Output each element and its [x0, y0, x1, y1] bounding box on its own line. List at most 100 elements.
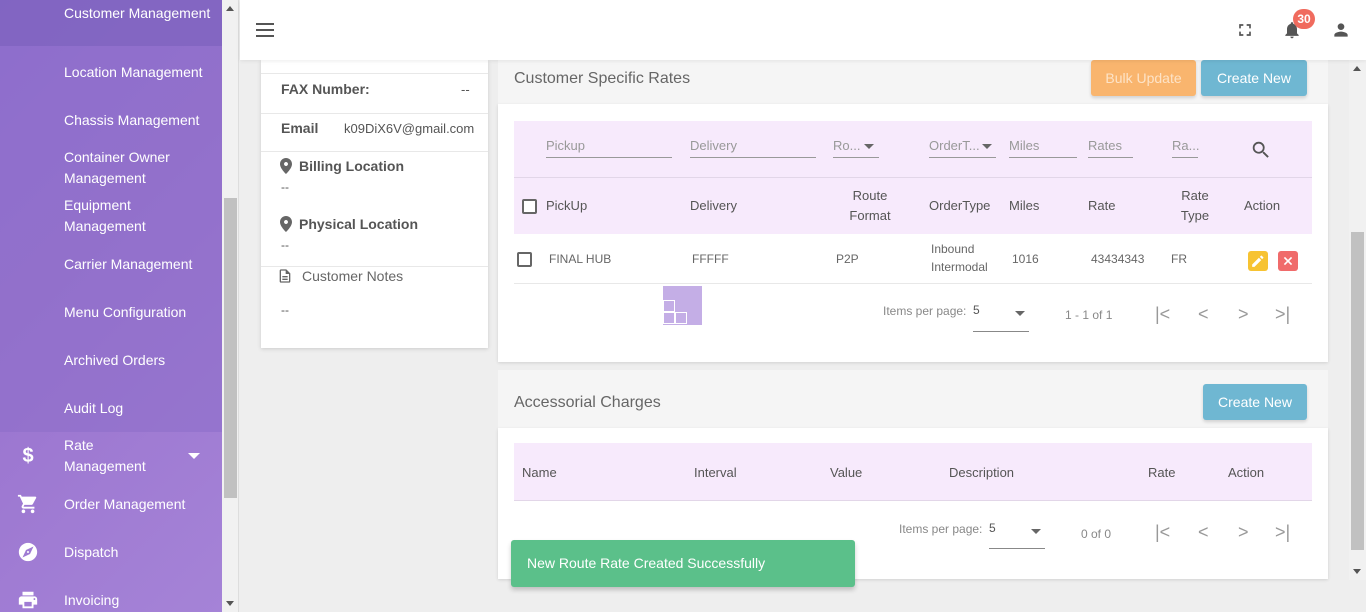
chevron-down-icon: [1015, 311, 1025, 316]
rate-type-filter-input[interactable]: Ra...: [1172, 138, 1199, 158]
items-per-page-select[interactable]: 5: [973, 303, 1029, 332]
scroll-up-arrow[interactable]: [226, 6, 234, 11]
next-page-icon[interactable]: >: [1238, 522, 1249, 543]
header-divider: [514, 177, 1312, 178]
sidebar-item-equipment-management[interactable]: Equipment Management: [0, 195, 222, 237]
chevron-down-icon: [1031, 529, 1041, 534]
email-row: Email k09DiX6V@gmail.com: [261, 114, 488, 152]
sidebar-item-chassis-management[interactable]: Chassis Management: [0, 110, 222, 131]
sidebar-item-container-owner-management[interactable]: Container Owner Management: [0, 147, 222, 189]
items-per-page-select[interactable]: 5: [989, 521, 1045, 549]
sidebar-item-label: Archived Orders: [64, 352, 166, 368]
cart-icon: [17, 493, 39, 515]
sidebar-item-label: Chassis Management: [64, 112, 200, 128]
row-checkbox[interactable]: [517, 252, 532, 267]
pencil-icon: [1252, 255, 1264, 267]
sidebar-item-label: Carrier Management: [64, 256, 193, 272]
column-header-order-type[interactable]: OrderType: [929, 196, 990, 216]
fax-label: FAX Number:: [281, 81, 370, 97]
menu-icon[interactable]: [256, 23, 274, 37]
first-page-icon[interactable]: |<: [1155, 522, 1170, 543]
previous-page-icon[interactable]: <: [1198, 304, 1209, 325]
fullscreen-icon[interactable]: [1235, 20, 1255, 40]
dollar-icon: $: [22, 445, 34, 467]
column-header-rate[interactable]: Rate: [1088, 196, 1115, 216]
scroll-up-arrow[interactable]: [1353, 66, 1361, 71]
edit-button[interactable]: [1248, 251, 1268, 271]
last-page-icon[interactable]: >|: [1275, 304, 1290, 325]
customer-rates-title: Customer Specific Rates: [514, 70, 691, 87]
chevron-down-icon: [864, 144, 874, 149]
compass-icon: [17, 541, 39, 563]
customer-notes-label: Customer Notes: [302, 268, 404, 284]
column-header-delivery[interactable]: Delivery: [690, 196, 737, 216]
account-icon[interactable]: [1331, 20, 1351, 40]
column-header-name[interactable]: Name: [522, 463, 557, 483]
customer-notes-value: --: [281, 303, 289, 317]
email-value: k09DiX6V@gmail.com: [344, 121, 475, 136]
column-header-miles[interactable]: Miles: [1009, 196, 1039, 216]
sidebar-item-label: Customer Management: [64, 5, 211, 21]
top-header: [240, 0, 1366, 60]
billing-location-label: Billing Location: [299, 158, 404, 174]
pickup-filter-input[interactable]: Pickup: [546, 138, 672, 158]
sidebar-item-audit-log[interactable]: Audit Log: [0, 398, 222, 419]
location-pin-icon: [280, 216, 292, 235]
sidebar-item-rate-management[interactable]: $ Rate Management: [0, 435, 222, 477]
column-header-route-format[interactable]: Route Format: [838, 186, 902, 226]
column-header-rate[interactable]: Rate: [1148, 463, 1175, 483]
cell-pickup: FINAL HUB: [549, 252, 612, 266]
sidebar-item-archived-orders[interactable]: Archived Orders: [0, 350, 222, 371]
items-per-page-value: 5: [989, 521, 996, 535]
sidebar-item-carrier-management[interactable]: Carrier Management: [0, 254, 222, 275]
previous-page-icon[interactable]: <: [1198, 522, 1209, 543]
delivery-filter-input[interactable]: Delivery: [690, 138, 816, 158]
customer-details-card: FAX Number: -- Email k09DiX6V@gmail.com …: [261, 60, 488, 348]
cell-rate: 43434343: [1091, 252, 1145, 266]
column-header-interval[interactable]: Interval: [694, 463, 737, 483]
cell-order-type: Inbound Intermodal: [931, 242, 988, 274]
notes-icon: [277, 267, 293, 288]
column-header-rate-type[interactable]: Rate Type: [1175, 186, 1215, 226]
select-all-checkbox[interactable]: [522, 199, 537, 214]
rates-filter-input[interactable]: Rates: [1088, 138, 1133, 158]
sidebar-scrollbar[interactable]: [222, 0, 239, 612]
sidebar-item-label: Container Owner Management: [64, 149, 170, 186]
column-header-action: Action: [1244, 198, 1281, 213]
sidebar-item-order-management[interactable]: Order Management: [0, 494, 222, 515]
last-page-icon[interactable]: >|: [1275, 522, 1290, 543]
next-page-icon[interactable]: >: [1238, 304, 1249, 325]
scroll-down-arrow[interactable]: [226, 601, 234, 606]
sidebar-item-invoicing[interactable]: Invoicing: [0, 590, 222, 611]
sidebar-item-customer-management[interactable]: Customer Management: [0, 3, 222, 45]
loading-spinner-icon: [663, 286, 702, 325]
card-row-divider: [261, 60, 488, 74]
create-new-rate-button[interactable]: Create New: [1201, 60, 1307, 96]
scroll-down-arrow[interactable]: [1353, 569, 1361, 574]
scroll-thumb[interactable]: [1351, 232, 1364, 550]
items-per-page-label: Items per page:: [899, 522, 983, 536]
cell-rate-type: FR: [1171, 252, 1187, 266]
delete-button[interactable]: [1278, 251, 1298, 271]
miles-filter-input[interactable]: Miles: [1009, 138, 1077, 158]
sidebar-item-dispatch[interactable]: Dispatch: [0, 542, 222, 563]
chevron-down-icon: [982, 144, 992, 149]
pagination-range: 1 - 1 of 1: [1065, 308, 1113, 322]
column-header-description[interactable]: Description: [949, 463, 1014, 483]
physical-location-value: --: [281, 238, 289, 252]
first-page-icon[interactable]: |<: [1155, 304, 1170, 325]
scroll-thumb[interactable]: [224, 198, 237, 498]
column-header-pickup[interactable]: PickUp: [546, 196, 587, 216]
sidebar-item-menu-configuration[interactable]: Menu Configuration: [0, 302, 222, 323]
chevron-down-icon: [188, 453, 200, 459]
sidebar-item-location-management[interactable]: Location Management: [0, 62, 222, 83]
sidebar-item-label: Menu Configuration: [64, 304, 187, 320]
main-scrollbar[interactable]: [1349, 60, 1366, 580]
table-row: [514, 235, 1312, 284]
create-new-accessorial-button[interactable]: Create New: [1203, 384, 1307, 420]
bulk-update-button[interactable]: Bulk Update: [1091, 60, 1196, 96]
column-header-value[interactable]: Value: [830, 463, 862, 483]
billing-location-value: --: [281, 180, 289, 194]
sidebar-item-label: Order Management: [64, 496, 186, 512]
search-icon[interactable]: [1250, 139, 1272, 164]
